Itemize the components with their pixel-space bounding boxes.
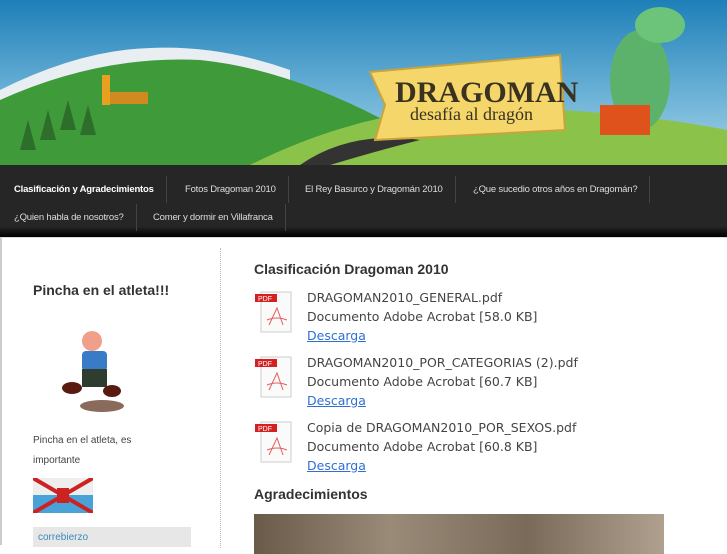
file-name: DRAGOMAN2010_GENERAL.pdf	[307, 290, 503, 305]
banner-subtitle: desafía al dragón	[410, 104, 533, 124]
main-nav: Clasificación y Agradecimientos Fotos Dr…	[0, 165, 727, 237]
nav-item-quien-habla[interactable]: ¿Quien habla de nosotros?	[2, 204, 137, 231]
pdf-icon: PDF	[255, 291, 292, 333]
sidebar-text: Pincha en el atleta, es importante	[33, 435, 132, 466]
file-desc: Documento Adobe Acrobat [60.7 KB]	[307, 374, 538, 389]
photo	[254, 514, 664, 554]
pdf-icon: PDF	[255, 421, 292, 463]
column-separator	[220, 248, 221, 548]
header-banner: DRAGOMAN desafía al dragón	[0, 0, 727, 165]
file-item: PDF DRAGOMAN2010_GENERAL.pdf Documento A…	[255, 290, 635, 350]
nav-item-rey-basurco[interactable]: El Rey Basurco y Dragomán 2010	[293, 176, 456, 203]
nav-item-fotos[interactable]: Fotos Dragoman 2010	[173, 176, 289, 203]
landscape-illustration: DRAGOMAN desafía al dragón	[0, 7, 727, 165]
file-item: PDF DRAGOMAN2010_POR_CATEGORIAS (2).pdf …	[255, 355, 635, 415]
flag-image	[33, 478, 93, 513]
svg-text:PDF: PDF	[258, 296, 272, 303]
content-area: Pincha en el atleta!!! Pincha en el atle…	[0, 237, 727, 554]
download-link[interactable]: Descarga	[307, 458, 366, 473]
correbierzo-banner[interactable]: correbierzo	[33, 527, 191, 547]
file-desc: Documento Adobe Acrobat [58.0 KB]	[307, 309, 538, 324]
file-name: Copia de DRAGOMAN2010_POR_SEXOS.pdf	[307, 420, 577, 435]
svg-text:PDF: PDF	[258, 361, 272, 368]
nav-item-comer-dormir[interactable]: Comer y dormir en Villafranca	[141, 204, 286, 231]
download-link[interactable]: Descarga	[307, 393, 366, 408]
download-link[interactable]: Descarga	[307, 328, 366, 343]
sidebar-title: Pincha en el atleta!!!	[33, 282, 170, 298]
file-desc: Documento Adobe Acrobat [60.8 KB]	[307, 439, 538, 454]
file-item: PDF Copia de DRAGOMAN2010_POR_SEXOS.pdf …	[255, 420, 635, 480]
file-name: DRAGOMAN2010_POR_CATEGORIAS (2).pdf	[307, 355, 578, 370]
agradecimientos-title: Agradecimientos	[254, 486, 368, 502]
athlete-image[interactable]	[57, 326, 132, 416]
svg-text:PDF: PDF	[258, 426, 272, 433]
nav-item-clasificacion[interactable]: Clasificación y Agradecimientos	[2, 176, 167, 203]
nav-item-otros-anos[interactable]: ¿Que sucedio otros años en Dragomán?	[461, 176, 651, 203]
main-title: Clasificación Dragoman 2010	[254, 261, 449, 277]
pdf-icon: PDF	[255, 356, 292, 398]
correbierzo-text: correbierzo	[38, 532, 89, 543]
